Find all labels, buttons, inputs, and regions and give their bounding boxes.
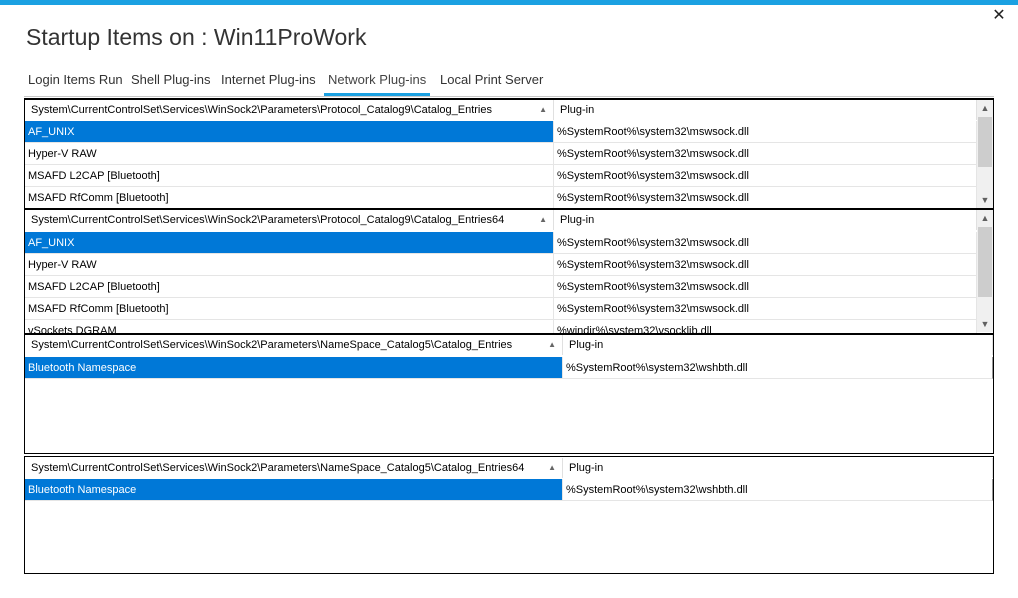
grid-protocol-catalog-entries64[interactable]: System\CurrentControlSet\Services\WinSoc… [24, 208, 994, 335]
scroll-down-icon[interactable]: ▼ [977, 192, 993, 208]
tab-local-print-server[interactable]: Local Print Server [440, 71, 543, 95]
plugin-cell: %SystemRoot%\system32\mswsock.dll [554, 121, 977, 143]
plugin-cell: %SystemRoot%\system32\mswsock.dll [554, 254, 977, 276]
tab-internet-plug-ins[interactable]: Internet Plug-ins [221, 71, 316, 95]
plugin-cell: %SystemRoot%\system32\mswsock.dll [554, 187, 977, 209]
close-icon[interactable]: ✕ [988, 6, 1010, 26]
accent-bar [0, 0, 1018, 5]
column-header-plugin[interactable]: Plug-in [563, 458, 993, 478]
column-header-key[interactable]: System\CurrentControlSet\Services\WinSoc… [25, 458, 563, 478]
page-title: Startup Items on : Win11ProWork [26, 24, 367, 50]
sort-ascending-icon: ▲ [539, 215, 547, 224]
plugin-cell: %SystemRoot%\system32\mswsock.dll [554, 232, 977, 254]
column-header-key[interactable]: System\CurrentControlSet\Services\WinSoc… [25, 100, 554, 120]
name-cell: Hyper-V RAW [25, 143, 554, 165]
scroll-thumb[interactable] [978, 117, 992, 167]
tab-login-items-run[interactable]: Login Items Run [28, 71, 123, 95]
plugin-cell: %SystemRoot%\system32\wshbth.dll [563, 479, 993, 501]
column-header-plugin[interactable]: Plug-in [554, 100, 977, 120]
column-header-plugin[interactable]: Plug-in [554, 210, 977, 230]
grid-namespace-catalog-entries64[interactable]: System\CurrentControlSet\Services\WinSoc… [24, 456, 994, 574]
sort-ascending-icon: ▲ [548, 463, 556, 472]
scroll-thumb[interactable] [978, 227, 992, 297]
name-cell: MSAFD RfComm [Bluetooth] [25, 298, 554, 320]
sort-ascending-icon: ▲ [539, 105, 547, 114]
name-cell: Hyper-V RAW [25, 254, 554, 276]
plugin-cell: %SystemRoot%\system32\mswsock.dll [554, 276, 977, 298]
scroll-down-icon[interactable]: ▼ [977, 316, 993, 332]
column-header-key[interactable]: System\CurrentControlSet\Services\WinSoc… [25, 210, 554, 230]
plugin-cell: %SystemRoot%\system32\mswsock.dll [554, 143, 977, 165]
tab-divider [24, 96, 994, 97]
plugin-cell: %SystemRoot%\system32\mswsock.dll [554, 165, 977, 187]
grid-header: System\CurrentControlSet\Services\WinSoc… [25, 210, 977, 230]
plugin-cell: %SystemRoot%\system32\mswsock.dll [554, 298, 977, 320]
name-cell: AF_UNIX [25, 232, 554, 254]
tab-network-plug-ins[interactable]: Network Plug-ins [324, 71, 431, 97]
vertical-scrollbar[interactable]: ▲ ▼ [977, 210, 993, 332]
name-cell: Bluetooth Namespace [25, 479, 563, 501]
grid-header: System\CurrentControlSet\Services\WinSoc… [25, 458, 993, 478]
name-cell: Bluetooth Namespace [25, 357, 563, 379]
grid-protocol-catalog-entries[interactable]: System\CurrentControlSet\Services\WinSoc… [24, 98, 994, 211]
scroll-up-icon[interactable]: ▲ [977, 210, 993, 226]
scroll-up-icon[interactable]: ▲ [977, 100, 993, 116]
vertical-scrollbar[interactable]: ▲ ▼ [977, 100, 993, 208]
column-header-key[interactable]: System\CurrentControlSet\Services\WinSoc… [25, 335, 563, 355]
grid-header: System\CurrentControlSet\Services\WinSoc… [25, 100, 977, 120]
grid-header: System\CurrentControlSet\Services\WinSoc… [25, 335, 993, 355]
tab-shell-plug-ins[interactable]: Shell Plug-ins [131, 71, 211, 95]
name-cell: MSAFD L2CAP [Bluetooth] [25, 276, 554, 298]
plugin-cell: %SystemRoot%\system32\wshbth.dll [563, 357, 993, 379]
name-cell: MSAFD RfComm [Bluetooth] [25, 187, 554, 209]
column-header-plugin[interactable]: Plug-in [563, 335, 993, 355]
grid-namespace-catalog-entries[interactable]: System\CurrentControlSet\Services\WinSoc… [24, 333, 994, 454]
name-cell: AF_UNIX [25, 121, 554, 143]
name-cell: MSAFD L2CAP [Bluetooth] [25, 165, 554, 187]
sort-ascending-icon: ▲ [548, 340, 556, 349]
